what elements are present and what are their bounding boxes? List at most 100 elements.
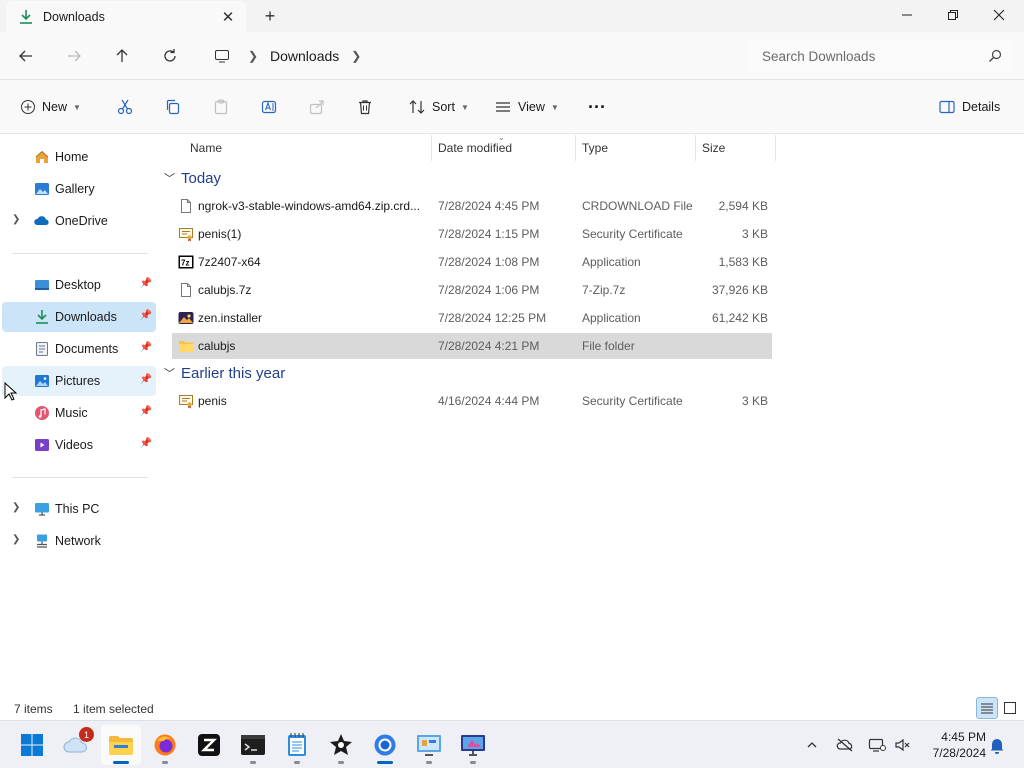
- column-header-name[interactable]: Name: [184, 135, 432, 161]
- sidebar-item-pictures[interactable]: Pictures 📌: [2, 366, 156, 396]
- group-header-earlier-this-year[interactable]: ﹀ Earlier this year: [164, 360, 285, 386]
- chevron-right-icon[interactable]: ❯: [345, 49, 367, 63]
- divider: [12, 477, 148, 478]
- search-icon[interactable]: [988, 49, 1002, 66]
- paste-button[interactable]: [212, 92, 230, 122]
- monitor-icon: [202, 48, 242, 64]
- file-row[interactable]: calubjs.7z 7/28/2024 1:06 PM 7-Zip.7z 37…: [172, 277, 772, 303]
- onedrive-tray-icon[interactable]: [835, 735, 855, 755]
- sort-button[interactable]: Sort ▼: [408, 92, 469, 122]
- details-view-icon: [981, 703, 993, 714]
- taskbar-terminal[interactable]: [233, 725, 273, 765]
- group-header-today[interactable]: ﹀ Today: [164, 165, 221, 191]
- file-type: Security Certificate: [582, 227, 683, 241]
- sidebar-item-onedrive[interactable]: ❯ OneDrive: [2, 206, 156, 236]
- file-type: CRDOWNLOAD File: [582, 199, 693, 213]
- clock[interactable]: 4:45 PM 7/28/2024: [920, 729, 986, 761]
- sidebar-item-label: Network: [55, 534, 101, 548]
- sidebar-item-desktop[interactable]: Desktop 📌: [2, 270, 156, 300]
- sort-indicator-icon: ⌄: [498, 133, 505, 142]
- downloads-icon: [36, 310, 48, 324]
- delete-button[interactable]: [356, 92, 374, 122]
- back-button[interactable]: [10, 40, 42, 72]
- firefox-icon: [154, 734, 176, 756]
- file-type: Security Certificate: [582, 394, 683, 408]
- sidebar-item-documents[interactable]: Documents 📌: [2, 334, 156, 364]
- details-view-button[interactable]: [976, 697, 998, 719]
- details-pane-button[interactable]: Details: [938, 92, 1000, 122]
- refresh-button[interactable]: [154, 40, 186, 72]
- new-tab-button[interactable]: +: [256, 4, 284, 28]
- taskbar-file-explorer[interactable]: [101, 725, 141, 765]
- file-row[interactable]: zen.installer 7/28/2024 12:25 PM Applica…: [172, 305, 772, 331]
- cut-button[interactable]: [116, 92, 134, 122]
- copy-button[interactable]: [164, 92, 182, 122]
- taskbar-firefox[interactable]: [145, 725, 185, 765]
- sidebar-item-home[interactable]: Home: [2, 142, 156, 172]
- start-button[interactable]: [12, 725, 52, 765]
- sidebar-item-gallery[interactable]: Gallery: [2, 174, 156, 204]
- chevron-right-icon[interactable]: ❯: [12, 502, 20, 513]
- file-row[interactable]: ngrok-v3-stable-windows-amd64.zip.crd...…: [172, 193, 772, 219]
- file-date: 4/16/2024 4:44 PM: [438, 394, 540, 408]
- maximize-button[interactable]: [930, 0, 976, 30]
- column-header-type[interactable]: Type: [576, 135, 696, 161]
- tab-downloads[interactable]: Downloads ✕: [6, 1, 246, 32]
- file-row[interactable]: calubjs 7/28/2024 4:21 PM File folder: [172, 333, 772, 359]
- new-button[interactable]: New ▼: [20, 92, 81, 122]
- taskbar-weather-widget[interactable]: 1: [56, 725, 96, 765]
- more-options-button[interactable]: ···: [588, 92, 606, 122]
- close-window-button[interactable]: [976, 0, 1022, 30]
- sort-label: Sort: [432, 100, 455, 114]
- display-tray-icon[interactable]: [867, 735, 887, 755]
- status-bar: 7 items 1 item selected: [0, 696, 1024, 720]
- sidebar-item-label: Home: [55, 150, 89, 164]
- column-header-size[interactable]: Size: [696, 135, 776, 161]
- pin-icon: 📌: [139, 342, 152, 353]
- sidebar-item-network[interactable]: ❯ Network: [2, 526, 156, 556]
- sidebar-item-label: Downloads: [55, 310, 117, 324]
- show-hidden-icons-button[interactable]: [802, 735, 822, 755]
- taskbar-kate-app[interactable]: [321, 725, 361, 765]
- tiles-view-button[interactable]: [999, 697, 1021, 719]
- chevron-right-icon[interactable]: ❯: [12, 534, 20, 545]
- rename-button[interactable]: [260, 92, 278, 122]
- documents-icon: [36, 342, 48, 356]
- forward-button[interactable]: [58, 40, 90, 72]
- breadcrumb-downloads[interactable]: Downloads: [264, 48, 345, 64]
- taskbar-chrome[interactable]: [365, 725, 405, 765]
- file-row[interactable]: penis(1) 7/28/2024 1:15 PM Security Cert…: [172, 221, 772, 247]
- file-row[interactable]: 7z 7z2407-x64 7/28/2024 1:08 PM Applicat…: [172, 249, 772, 275]
- sidebar-item-label: Music: [55, 406, 88, 420]
- share-button[interactable]: [308, 92, 326, 122]
- chevron-down-icon: ▼: [550, 102, 559, 112]
- file-row[interactable]: penis 4/16/2024 4:44 PM Security Certifi…: [172, 388, 772, 414]
- sidebar-item-music[interactable]: Music 📌: [2, 398, 156, 428]
- search-box[interactable]: [748, 40, 1012, 72]
- taskbar-notepad[interactable]: [277, 725, 317, 765]
- volume-muted-tray-icon[interactable]: [893, 735, 913, 755]
- chevron-right-icon[interactable]: ❯: [242, 49, 264, 63]
- tab-close-button[interactable]: ✕: [214, 5, 242, 29]
- file-size: 61,242 KB: [711, 311, 768, 325]
- taskbar-control-panel[interactable]: [409, 725, 449, 765]
- music-icon: [35, 406, 49, 420]
- search-input[interactable]: [762, 48, 982, 64]
- display-icon: [868, 738, 886, 752]
- taskbar-zed-app[interactable]: [189, 725, 229, 765]
- certificate-icon: [179, 228, 193, 242]
- taskbar-remote-desktop[interactable]: [453, 725, 493, 765]
- terminal-icon: [241, 735, 265, 755]
- chevron-right-icon[interactable]: ❯: [12, 214, 20, 225]
- sidebar-item-this-pc[interactable]: ❯ This PC: [2, 494, 156, 524]
- minimize-button[interactable]: [884, 0, 930, 30]
- address-bar[interactable]: ❯ Downloads ❯: [202, 40, 736, 72]
- pictures-icon: [35, 375, 49, 387]
- notifications-button[interactable]: [987, 735, 1007, 755]
- file-name: calubjs: [198, 339, 236, 353]
- up-button[interactable]: [106, 40, 138, 72]
- view-button[interactable]: View ▼: [494, 92, 559, 122]
- sidebar-item-downloads[interactable]: Downloads 📌: [2, 302, 156, 332]
- download-arrow-icon: [18, 9, 34, 25]
- sidebar-item-videos[interactable]: Videos 📌: [2, 430, 156, 460]
